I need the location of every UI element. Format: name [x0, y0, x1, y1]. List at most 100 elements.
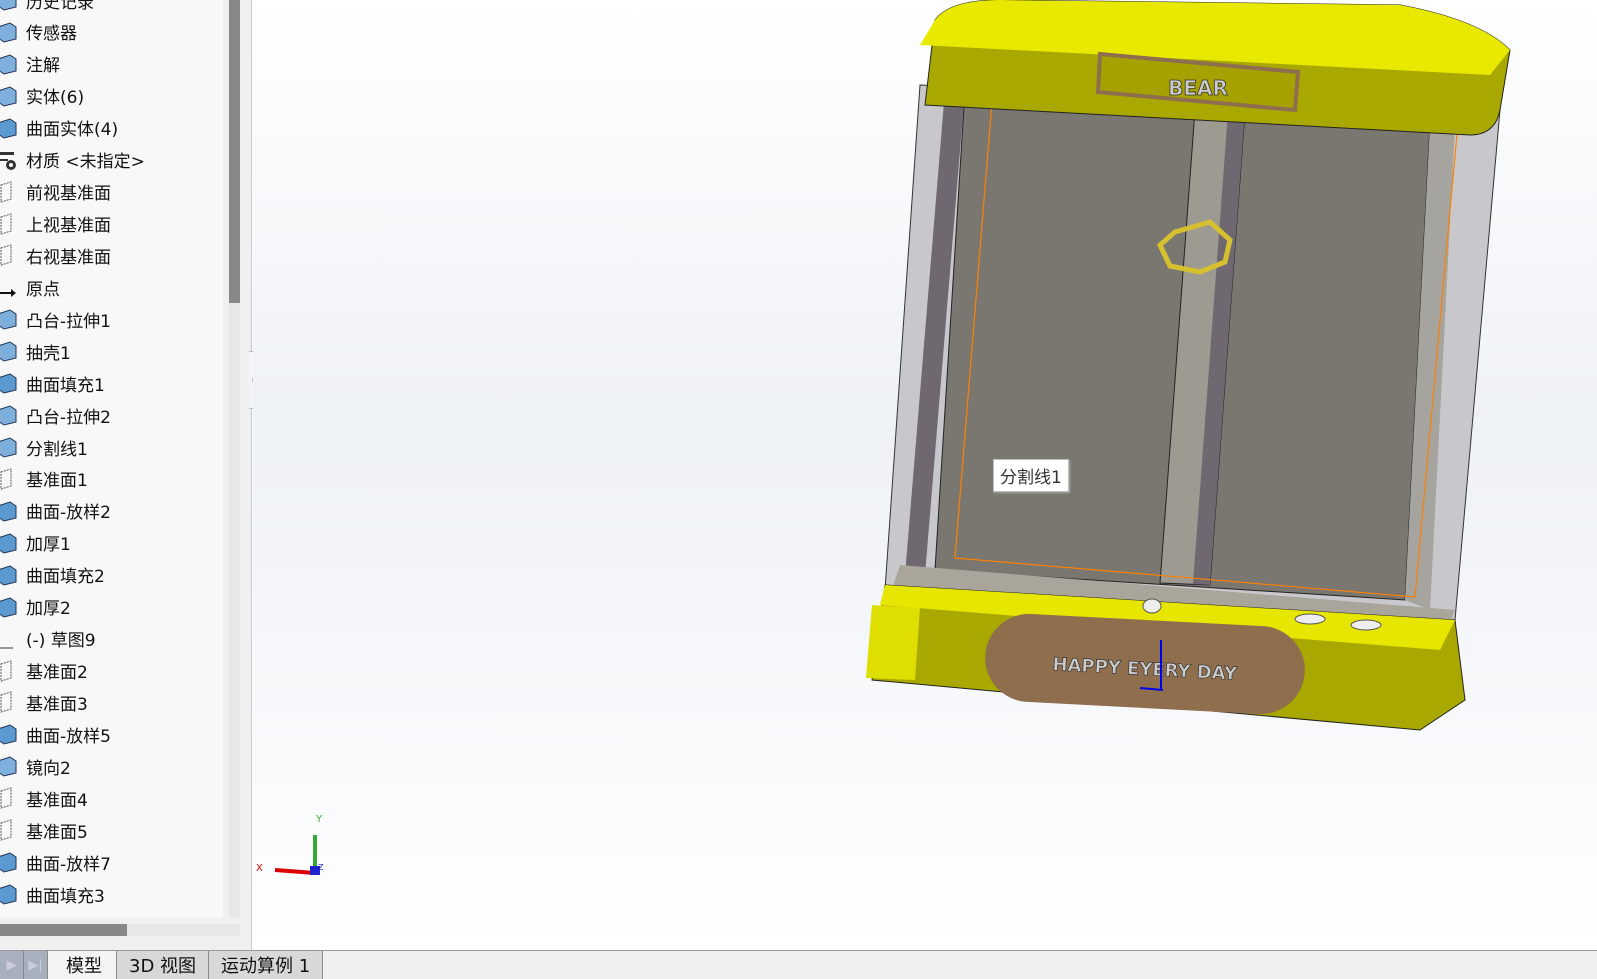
tab-motion-study-1[interactable]: 运动算例 1 [209, 951, 324, 979]
plane-icon [0, 787, 18, 809]
tree-item[interactable]: 加厚2 [0, 591, 223, 623]
plane-icon [0, 180, 18, 203]
tab-3d-view[interactable]: 3D 视图 [117, 951, 210, 979]
tree-item[interactable]: 基准面2 [0, 655, 223, 687]
tab-model[interactable]: 模型 [48, 951, 117, 979]
surface-loft-icon [0, 851, 18, 873]
tree-item-label: 基准面2 [26, 663, 88, 684]
tree-item-label: 抽壳1 [26, 343, 71, 364]
feature-tree: 历史记录传感器注解实体(6) 曲面实体(4) 材质 <未指定> 前视基准面上视基准面右… [0, 0, 223, 918]
tree-item[interactable]: 上视基准面 [0, 208, 223, 240]
shell-icon [0, 340, 18, 362]
tree-item-label: 凸台-拉伸2 [26, 407, 111, 428]
tab-scroll-last-button[interactable]: ▶| [24, 951, 48, 979]
tree-item-label: 加厚2 [26, 599, 71, 620]
tree-item[interactable]: 原点 [0, 271, 223, 303]
surface-fill-icon [0, 564, 18, 586]
tab-label: 3D 视图 [129, 956, 197, 977]
surface-loft-icon [0, 500, 18, 522]
model-button [1142, 598, 1162, 614]
tab-label: 运动算例 1 [221, 956, 311, 977]
tree-item[interactable]: 凸台-拉伸1 [0, 303, 223, 335]
tree-item[interactable]: 基准面5 [0, 814, 223, 846]
tree-item-label: (-) 草图9 [26, 631, 96, 652]
tree-item[interactable]: 基准面1 [0, 463, 223, 495]
tree-item-label: 上视基准面 [26, 216, 111, 236]
origin-icon [0, 276, 18, 298]
skip-end-icon: ▶| [28, 957, 43, 973]
tree-item[interactable]: 历史记录 [0, 0, 223, 16]
tree-item[interactable]: 曲面填充3 [0, 878, 223, 910]
tree-item-label: 曲面-放样5 [26, 726, 111, 747]
tree-item-label: 曲面填充1 [26, 375, 105, 396]
history-folder-icon [0, 0, 18, 11]
tree-item[interactable]: 分割线1 [0, 431, 223, 463]
tree-item-label: 基准面1 [26, 471, 88, 492]
thicken-icon [0, 532, 18, 554]
tree-horizontal-scrollbar[interactable] [0, 924, 240, 936]
tree-item-label: 曲面填充3 [26, 886, 105, 907]
tree-item[interactable]: 加厚1 [0, 527, 223, 559]
surface-loft-icon [0, 723, 18, 745]
feature-manager-panel: 历史记录传感器注解实体(6) 曲面实体(4) 材质 <未指定> 前视基准面上视基准面右… [0, 0, 252, 950]
tree-item-label: 基准面5 [26, 822, 88, 843]
tree-item-label: 曲面-放样7 [26, 854, 111, 875]
extrude-icon [0, 404, 18, 426]
tree-item[interactable]: 实体(6) [0, 80, 223, 112]
model-view[interactable]: BEAR HAPPY EYERY DAY Y X Z [253, 0, 1597, 950]
model-button [1294, 613, 1326, 625]
tree-item-label: 加厚1 [26, 535, 71, 556]
split-line-icon [0, 436, 18, 458]
model-button [1350, 619, 1382, 631]
tree-item-label: 原点 [26, 279, 60, 300]
tree-item-label: 曲面实体(4) [26, 120, 119, 141]
tree-item[interactable]: 凸台-拉伸2 [0, 399, 223, 431]
tree-item[interactable]: 曲面-放样7 [0, 846, 223, 878]
tree-item-label: 基准面3 [26, 694, 88, 715]
tree-item-label: 曲面填充2 [26, 567, 105, 588]
plane-icon [0, 244, 18, 267]
surface-fill-icon [0, 883, 18, 905]
triad-z-label: Z [318, 863, 324, 872]
tree-item-label: 材质 <未指定> [26, 152, 145, 173]
tree-item-label: 右视基准面 [26, 247, 111, 268]
tree-item-label: 前视基准面 [26, 184, 111, 205]
tree-item[interactable]: (-) 草图9 [0, 623, 223, 655]
scroll-thumb[interactable] [229, 0, 240, 303]
plane-icon [0, 819, 18, 841]
mirror-icon [0, 755, 18, 777]
tree-item[interactable]: 右视基准面 [0, 239, 223, 271]
model-base-corner [866, 605, 920, 680]
triad-y-label: Y [315, 814, 323, 825]
play-icon: ▶ [6, 957, 17, 973]
tree-item[interactable]: 曲面-放样2 [0, 495, 223, 527]
tree-item[interactable]: 材质 <未指定> [0, 144, 223, 176]
tree-item-label: 传感器 [26, 24, 77, 45]
tree-item[interactable]: 曲面实体(4) [0, 112, 223, 144]
thicken-icon [0, 596, 18, 618]
tree-item[interactable]: 基准面3 [0, 686, 223, 718]
solid-bodies-folder-icon [0, 85, 18, 107]
tree-item[interactable]: 基准面4 [0, 782, 223, 814]
tree-item-label: 基准面4 [26, 790, 88, 811]
plane-icon [0, 691, 18, 714]
tree-item[interactable]: 曲面-放样5 [0, 718, 223, 750]
view-triad: Y X Z [256, 814, 324, 875]
split-line-tooltip: 分割线1 [993, 459, 1069, 492]
tree-item[interactable]: 注解 [0, 48, 223, 80]
tree-item[interactable]: 传感器 [0, 16, 223, 48]
tree-item[interactable]: 抽壳1 [0, 335, 223, 367]
bottom-tab-bar: ▶ ▶| 模型 3D 视图 运动算例 1 [0, 950, 1597, 979]
graphics-area[interactable]: BEAR HAPPY EYERY DAY Y X Z [253, 0, 1597, 950]
tree-item-label: 分割线1 [26, 439, 88, 460]
tree-item-label: 凸台-拉伸1 [26, 311, 111, 332]
plane-icon [0, 212, 18, 235]
tab-scroll-next-button[interactable]: ▶ [0, 951, 24, 979]
tree-item[interactable]: 前视基准面 [0, 176, 223, 208]
scroll-thumb[interactable] [0, 924, 127, 936]
tree-item[interactable]: 曲面填充2 [0, 559, 223, 591]
tree-item[interactable]: 镜向2 [0, 750, 223, 782]
tree-item[interactable]: 曲面填充1 [0, 367, 223, 399]
tree-vertical-scrollbar[interactable] [229, 0, 240, 918]
tree-item-label: 实体(6) [26, 88, 85, 109]
